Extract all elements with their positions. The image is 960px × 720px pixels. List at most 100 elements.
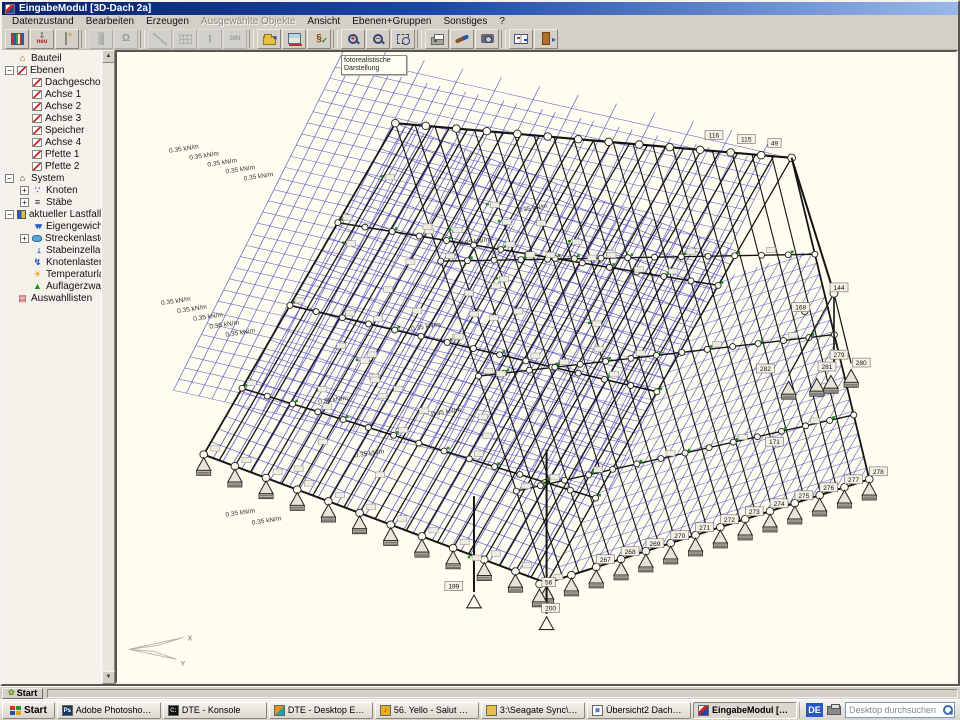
- window-title: EingabeModul [3D-Dach 2a]: [19, 3, 151, 15]
- column-button[interactable]: [89, 29, 113, 49]
- omega-button[interactable]: Ω: [114, 29, 138, 49]
- sidebar: ⌂Bauteil−EbenenDachgeschossAchse 1Achse …: [2, 50, 115, 684]
- tree-item-label: Streckenlasten: [45, 233, 101, 244]
- pointload-icon: ↓↓: [32, 245, 43, 255]
- app-icon: [5, 4, 15, 14]
- toolbar-separator: [140, 30, 145, 48]
- structure-wireframe: 2672682692702712722732742752762772781161…: [117, 52, 956, 682]
- tree-item-dachgeschoss[interactable]: Dachgeschoss: [2, 76, 101, 88]
- exit-door-button[interactable]: [534, 29, 558, 49]
- tree-item-eigengewichtslasten[interactable]: ▾▾Eigengewichtslasten: [2, 220, 101, 232]
- menu-ausgewählte-objekte[interactable]: Ausgewählte Objekte: [195, 15, 302, 28]
- layer-icon: [32, 78, 42, 87]
- zoom-window-button[interactable]: [391, 29, 415, 49]
- scroll-down-button[interactable]: ▼: [102, 671, 115, 684]
- secondary-start-button[interactable]: ✿ Start: [2, 688, 43, 699]
- tree-item-bauteil[interactable]: ⌂Bauteil: [2, 52, 101, 64]
- tree-item-aktueller-lastfall[interactable]: −aktueller Lastfall: [2, 208, 101, 220]
- tree-item-label: Auswahllisten: [31, 293, 92, 304]
- menu-erzeugen[interactable]: Erzeugen: [140, 15, 195, 28]
- tree-expander[interactable]: −: [5, 66, 14, 75]
- folder-import-icon: [263, 36, 276, 45]
- grid-icon: [179, 34, 192, 44]
- selfweight-icon: ▾▾: [32, 221, 43, 231]
- svg-text:168: 168: [795, 305, 806, 312]
- slope-button[interactable]: [148, 29, 172, 49]
- redraw-brush-button[interactable]: [450, 29, 474, 49]
- catalog-book-button[interactable]: [509, 29, 533, 49]
- render-mode-label[interactable]: fotorealistische Darstellung: [341, 55, 407, 75]
- layer-icon: [32, 90, 42, 99]
- tree-item-achse-2[interactable]: Achse 2: [2, 100, 101, 112]
- tree-item-achse-1[interactable]: Achse 1: [2, 88, 101, 100]
- drawing-canvas[interactable]: 2672682692702712722732742752762772781161…: [115, 50, 958, 684]
- search-icon[interactable]: [940, 703, 954, 717]
- din-button[interactable]: DIN: [223, 29, 247, 49]
- tree-item-system[interactable]: −⌂System: [2, 172, 101, 184]
- grid-button[interactable]: [173, 29, 197, 49]
- tree-item-stäbe[interactable]: +≡Stäbe: [2, 196, 101, 208]
- tree-expander[interactable]: −: [5, 174, 14, 183]
- scroll-up-button[interactable]: ▲: [102, 50, 115, 63]
- tree-item-label: Eigengewichtslasten: [46, 221, 101, 232]
- tree-item-ebenen[interactable]: −Ebenen: [2, 64, 101, 76]
- tree-expander[interactable]: +: [20, 186, 29, 195]
- tree-item-achse-4[interactable]: Achse 4: [2, 136, 101, 148]
- taskbar-button-eingabemodul-3d-da[interactable]: EingabeModul [3D-Da...: [693, 702, 797, 719]
- tree-item-stabeinzellasten[interactable]: ↓↓Stabeinzellasten: [2, 244, 101, 256]
- tree-item-auflagerzwangsverf[interactable]: ▲Auflagerzwangsverf: [2, 280, 101, 292]
- tree-item-knotenlasten[interactable]: ↯Knotenlasten: [2, 256, 101, 268]
- menu-help[interactable]: ?: [493, 15, 511, 28]
- data-levels-button[interactable]: [5, 29, 29, 49]
- tree-expander[interactable]: +: [20, 234, 29, 243]
- norm-check-button[interactable]: §: [307, 29, 331, 49]
- tree-expander[interactable]: +: [20, 198, 29, 207]
- i-beam-button[interactable]: I: [198, 29, 222, 49]
- new-button[interactable]: ⇩neu: [30, 29, 54, 49]
- tree-item-streckenlasten[interactable]: + Streckenlasten: [2, 232, 101, 244]
- tree-item-knoten[interactable]: +∵Knoten: [2, 184, 101, 196]
- tree-item-auswahllisten[interactable]: ▤Auswahllisten: [2, 292, 101, 304]
- sidebar-scrollbar[interactable]: ▲ ▼: [101, 50, 114, 684]
- tree-item-label: Knotenlasten: [46, 257, 101, 268]
- folder-import-button[interactable]: [257, 29, 281, 49]
- svg-text:144: 144: [834, 285, 845, 292]
- menu-sonstiges[interactable]: Sonstiges: [437, 15, 493, 28]
- tree-item-speicher[interactable]: Speicher: [2, 124, 101, 136]
- tree-item-temperaturlasten[interactable]: ☀Temperaturlasten: [2, 268, 101, 280]
- titlebar[interactable]: EingabeModul [3D-Dach 2a]: [2, 2, 958, 15]
- taskbar-button-56-yello-salut-mayoum[interactable]: ♪56. Yello - Salut Mayoum...: [375, 702, 479, 719]
- taskbar-button-dte-konsole[interactable]: C:DTE - Konsole: [163, 702, 267, 719]
- menu-ebenen-gruppen[interactable]: Ebenen+Gruppen: [346, 15, 437, 28]
- printer-tray-icon[interactable]: [827, 706, 841, 715]
- taskbar-button-3-seagate-sync-syncre[interactable]: 3:\Seagate Sync\SyncRe...: [481, 702, 585, 719]
- taskbar-button-übersicht2-dach2-aksoy[interactable]: ≣Übersicht2 Dach2 Aksoy ...: [587, 702, 691, 719]
- taskbar-button-adobe-photoshop-cs3-e[interactable]: PsAdobe Photoshop CS3 E...: [57, 702, 161, 719]
- lamp-button[interactable]: [55, 29, 79, 49]
- taskbar-button-dte-desktop-engineeri[interactable]: DTE - Desktop Engineeri...: [269, 702, 373, 719]
- tree-item-label: Knoten: [46, 185, 78, 196]
- tree-expander[interactable]: −: [5, 210, 14, 219]
- slope-icon: [153, 33, 167, 45]
- zoom-in-button[interactable]: +: [341, 29, 365, 49]
- tree-item-pfette-2[interactable]: Pfette 2: [2, 160, 101, 172]
- start-label: Start: [24, 705, 47, 716]
- start-button[interactable]: Start: [2, 702, 55, 719]
- system-tray: DE: [799, 702, 958, 718]
- svg-text:267: 267: [600, 557, 611, 564]
- zoom-out-button[interactable]: −: [366, 29, 390, 49]
- print-button[interactable]: [425, 29, 449, 49]
- menu-datenzustand[interactable]: Datenzustand: [6, 15, 80, 28]
- norm-check-icon: §: [316, 33, 322, 44]
- building-dimensions-button[interactable]: [282, 29, 306, 49]
- tree-item-label: System: [31, 173, 64, 184]
- tree-item-achse-3[interactable]: Achse 3: [2, 112, 101, 124]
- menu-ansicht[interactable]: Ansicht: [301, 15, 346, 28]
- tree-item-label: Achse 1: [45, 89, 81, 100]
- folder-i-icon: [486, 705, 497, 716]
- tree-item-pfette-1[interactable]: Pfette 1: [2, 148, 101, 160]
- menu-bearbeiten[interactable]: Bearbeiten: [80, 15, 140, 28]
- desktop-search-input[interactable]: [846, 705, 940, 715]
- snapshot-camera-button[interactable]: [475, 29, 499, 49]
- language-indicator[interactable]: DE: [806, 703, 823, 717]
